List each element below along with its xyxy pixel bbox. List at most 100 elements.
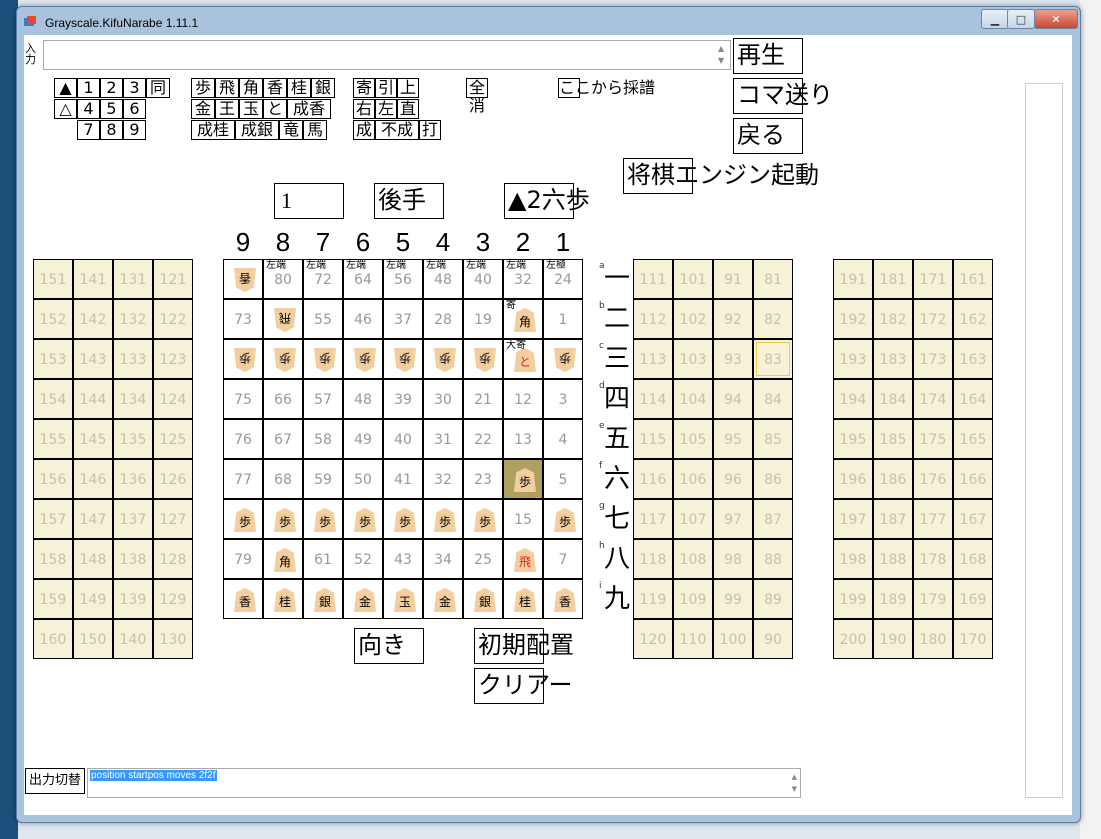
hand-square[interactable]: 126 <box>153 459 193 499</box>
hand-square[interactable]: 118 <box>633 539 673 579</box>
kifu-button-r3-2[interactable]: 9 <box>123 120 146 140</box>
hand-square[interactable]: 139 <box>113 579 153 619</box>
board-square[interactable]: 歩 <box>223 339 263 379</box>
hand-square[interactable]: 169 <box>953 579 993 619</box>
hand-square[interactable]: 181 <box>873 259 913 299</box>
piece-button-r2-3[interactable]: と <box>263 99 287 119</box>
step-button[interactable]: コマ送り <box>733 78 833 114</box>
hand-square[interactable]: 109 <box>673 579 713 619</box>
kifu-button-1[interactable]: 1 <box>77 78 100 98</box>
board-square[interactable]: 49 <box>343 419 383 459</box>
hand-square[interactable]: 134 <box>113 379 153 419</box>
board-square[interactable]: 77 <box>223 459 263 499</box>
board-square[interactable]: 48 左端 <box>423 259 463 299</box>
hand-square[interactable]: 164 <box>953 379 993 419</box>
board-square[interactable]: 76 <box>223 419 263 459</box>
board-square[interactable]: 玉 <box>383 579 423 619</box>
hand-square[interactable]: 179 <box>913 579 953 619</box>
board-square[interactable]: 22 <box>463 419 503 459</box>
hand-square[interactable]: 85 <box>753 419 793 459</box>
board-square[interactable]: 79 <box>223 539 263 579</box>
hand-square[interactable]: 112 <box>633 299 673 339</box>
hand-square[interactable]: 172 <box>913 299 953 339</box>
board-square[interactable]: 飛 <box>503 539 543 579</box>
hand-square[interactable]: 128 <box>153 539 193 579</box>
hand-square[interactable]: 135 <box>113 419 153 459</box>
hand-square[interactable]: 173 <box>913 339 953 379</box>
clear-all-button[interactable]: 全消 <box>466 78 488 115</box>
piece-button-r3-1[interactable]: 成銀 <box>235 120 279 140</box>
piece-button-2[interactable]: 角 <box>239 78 263 98</box>
hand-square[interactable]: 178 <box>913 539 953 579</box>
hand-square[interactable]: 138 <box>113 539 153 579</box>
hand-square[interactable]: 84 <box>753 379 793 419</box>
board-square[interactable]: 32 左端 <box>503 259 543 299</box>
board-square[interactable]: 61 <box>303 539 343 579</box>
hand-square[interactable]: 119 <box>633 579 673 619</box>
kifu-button-2[interactable]: 2 <box>100 78 123 98</box>
piece-button-1[interactable]: 飛 <box>215 78 239 98</box>
play-button[interactable]: 再生 <box>733 38 803 74</box>
hand-square[interactable]: 144 <box>73 379 113 419</box>
board-square[interactable]: 24 左極 <box>543 259 583 299</box>
hand-square[interactable]: 182 <box>873 299 913 339</box>
board-square[interactable]: 59 <box>303 459 343 499</box>
board-square[interactable]: 歩 <box>543 499 583 539</box>
hand-square[interactable]: 92 <box>713 299 753 339</box>
hand-square[interactable]: 123 <box>153 339 193 379</box>
piece-button-r2-1[interactable]: 王 <box>215 99 239 119</box>
board-square[interactable]: 歩 <box>463 499 503 539</box>
hand-square[interactable]: 192 <box>833 299 873 339</box>
board-square[interactable]: 金 <box>423 579 463 619</box>
kifu-button-4[interactable]: 同 <box>146 78 170 98</box>
board-square[interactable]: 歩 <box>263 499 303 539</box>
hand-square[interactable]: 161 <box>953 259 993 299</box>
hand-square[interactable]: 133 <box>113 339 153 379</box>
hand-square[interactable]: 127 <box>153 499 193 539</box>
board-square[interactable]: 55 <box>303 299 343 339</box>
board-square[interactable]: 香 <box>543 579 583 619</box>
board-square[interactable]: 21 <box>463 379 503 419</box>
hand-square[interactable]: 143 <box>73 339 113 379</box>
hand-square[interactable]: 86 <box>753 459 793 499</box>
hand-square[interactable]: 171 <box>913 259 953 299</box>
hand-square[interactable]: 186 <box>873 459 913 499</box>
hand-square[interactable]: 170 <box>953 619 993 659</box>
hand-square[interactable]: 124 <box>153 379 193 419</box>
board-square[interactable]: 歩 <box>383 339 423 379</box>
board-square[interactable]: 歩 <box>303 499 343 539</box>
hand-square[interactable]: 142 <box>73 299 113 339</box>
mod-button-r3-0[interactable]: 成 <box>353 120 375 140</box>
board-square[interactable]: 桂 <box>263 579 303 619</box>
hand-square[interactable]: 82 <box>753 299 793 339</box>
hand-square[interactable]: 121 <box>153 259 193 299</box>
turn-count-field[interactable]: 1 <box>274 183 344 219</box>
board-square[interactable]: 角寄 <box>503 299 543 339</box>
hand-square[interactable]: 102 <box>673 299 713 339</box>
hand-square[interactable]: 140 <box>113 619 153 659</box>
hand-square[interactable]: 188 <box>873 539 913 579</box>
hand-square[interactable]: 168 <box>953 539 993 579</box>
side-button[interactable]: 後手 <box>374 183 444 219</box>
kifu-button-0[interactable]: ▲ <box>54 78 77 98</box>
piece-button-r2-4[interactable]: 成香 <box>287 99 331 119</box>
board-square[interactable]: 37 <box>383 299 423 339</box>
hand-square[interactable]: 197 <box>833 499 873 539</box>
output-textarea[interactable]: position startpos moves 2f2f ▲ ▼ <box>87 768 801 798</box>
hand-square[interactable]: 184 <box>873 379 913 419</box>
board-square[interactable]: 48 <box>343 379 383 419</box>
hand-square[interactable]: 137 <box>113 499 153 539</box>
board-square[interactable]: 19 <box>463 299 503 339</box>
board-square[interactable]: 52 <box>343 539 383 579</box>
hand-square[interactable]: 145 <box>73 419 113 459</box>
hand-square[interactable]: 125 <box>153 419 193 459</box>
mod-button-r2-2[interactable]: 直 <box>397 99 419 119</box>
kifu-button-r2-0[interactable]: △ <box>54 99 77 119</box>
close-button[interactable]: ✕ <box>1034 9 1078 29</box>
hand-square[interactable]: 87 <box>753 499 793 539</box>
hand-square[interactable]: 185 <box>873 419 913 459</box>
hand-square[interactable]: 130 <box>153 619 193 659</box>
board-square[interactable]: 40 左端 <box>463 259 503 299</box>
input-field[interactable] <box>43 40 731 70</box>
board-square[interactable]: 金 <box>343 579 383 619</box>
